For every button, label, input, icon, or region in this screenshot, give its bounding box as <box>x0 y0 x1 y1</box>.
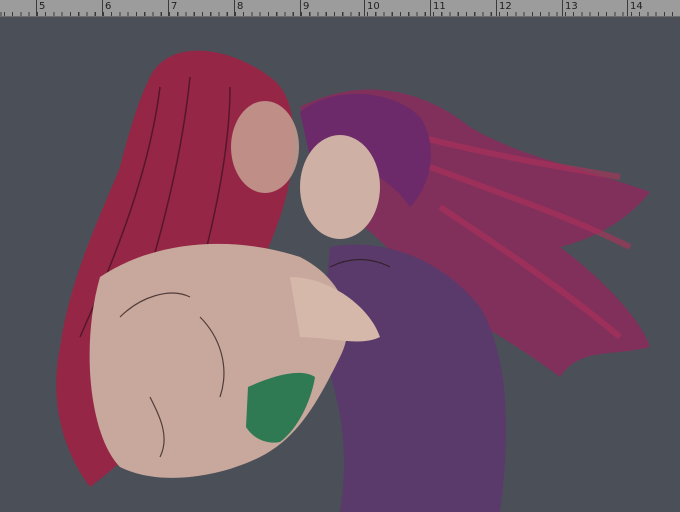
ruler-tick: 5 <box>36 0 45 16</box>
ruler-label: 11 <box>433 1 446 12</box>
face-left <box>231 101 299 193</box>
ruler-tick: 14 <box>627 0 643 16</box>
ruler-tick: 6 <box>102 0 111 16</box>
torso <box>89 243 348 478</box>
ruler-label: 7 <box>171 1 178 12</box>
ruler-tick: 8 <box>234 0 243 16</box>
ruler-label: 9 <box>303 1 310 12</box>
face-right <box>300 135 380 239</box>
ruler-label: 10 <box>367 1 380 12</box>
ruler-tick: 13 <box>562 0 578 16</box>
ruler-label: 8 <box>237 1 244 12</box>
ruler-tick: 10 <box>364 0 380 16</box>
ruler-tick: 9 <box>300 0 309 16</box>
ruler-label: 5 <box>39 1 46 12</box>
artwork-painting <box>56 50 650 512</box>
ruler-tick: 12 <box>496 0 512 16</box>
ruler-label: 6 <box>105 1 112 12</box>
horizontal-ruler[interactable]: 5 6 7 8 9 10 11 12 13 14 <box>0 0 680 17</box>
ruler-label: 13 <box>565 1 578 12</box>
ruler-label: 12 <box>499 1 512 12</box>
ruler-label: 14 <box>630 1 643 12</box>
ruler-tick: 11 <box>430 0 446 16</box>
drawing-canvas[interactable] <box>0 17 680 512</box>
ruler-tick: 7 <box>168 0 177 16</box>
